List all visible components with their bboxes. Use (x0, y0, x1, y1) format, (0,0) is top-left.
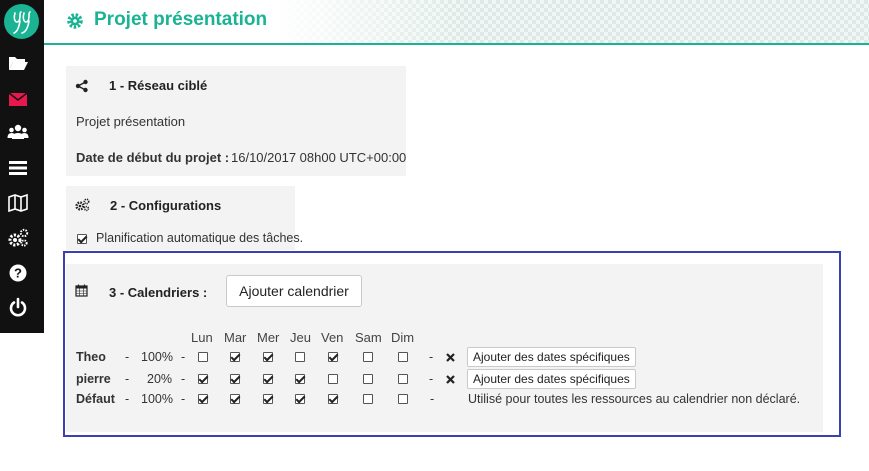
start-date-value: 16/10/2017 08h00 UTC+00:00 (231, 150, 407, 165)
svg-text:?: ? (14, 266, 22, 281)
users-icon[interactable] (7, 121, 29, 143)
day-checkbox-jeu[interactable] (295, 394, 305, 404)
section-configurations: 2 - Configurations Planification automat… (66, 186, 303, 250)
project-link[interactable]: Projet présentation (76, 114, 185, 129)
day-checkbox-dim[interactable] (398, 394, 408, 404)
separator: - (430, 392, 435, 406)
list-icon[interactable] (7, 157, 29, 179)
delete-icon[interactable] (446, 375, 455, 384)
envelope-icon[interactable] (7, 88, 29, 110)
calendar-name: pierre (76, 372, 111, 386)
separator: - (181, 392, 186, 406)
cogs-icon[interactable] (7, 227, 29, 249)
section2-title: 2 - Configurations (110, 198, 222, 213)
day-checkbox-dim[interactable] (398, 374, 408, 384)
calendar-name: Défaut (76, 392, 115, 406)
separator: - (181, 350, 186, 364)
calendar-percent: 100% (141, 350, 173, 364)
sidebar: ? (0, 0, 44, 333)
question-icon[interactable]: ? (7, 262, 29, 284)
gear-icon (67, 13, 83, 29)
day-checkbox-sam[interactable] (363, 352, 373, 362)
day-header: Jeu (290, 330, 311, 345)
day-header: Mar (224, 330, 247, 345)
delete-icon[interactable] (446, 353, 455, 362)
day-checkbox-ven[interactable] (328, 394, 338, 404)
app-logo[interactable] (4, 4, 39, 39)
section3-title: 3 - Calendriers : (109, 285, 208, 300)
separator: - (181, 372, 186, 386)
day-header: Lun (191, 330, 213, 345)
day-checkbox-lun[interactable] (198, 352, 208, 362)
day-header: Mer (257, 330, 280, 345)
page-title: Projet présentation (94, 9, 268, 30)
day-checkbox-dim[interactable] (398, 352, 408, 362)
day-checkbox-jeu[interactable] (295, 352, 305, 362)
day-checkbox-lun[interactable] (198, 394, 208, 404)
add-specific-dates-button[interactable]: Ajouter des dates spécifiques (467, 369, 636, 389)
calendar-name: Theo (76, 350, 106, 364)
separator: - (429, 372, 434, 386)
day-header: Dim (391, 330, 415, 345)
day-header: Ven (321, 330, 344, 345)
day-checkbox-mar[interactable] (230, 394, 240, 404)
day-checkbox-lun[interactable] (198, 374, 208, 384)
page-header: Projet présentation (44, 0, 869, 45)
section-calendriers: 3 - Calendriers : Ajouter calendrier Lun… (66, 264, 823, 432)
separator: - (125, 392, 130, 406)
start-date-label: Date de début du projet : (76, 150, 230, 165)
default-calendar-note: Utilisé pour toutes les ressources au ca… (468, 392, 801, 406)
calendar-percent: 100% (141, 392, 173, 406)
separator: - (125, 350, 130, 364)
section-reseau-cible: 1 - Réseau ciblé Projet présentation Dat… (66, 66, 406, 176)
cogs-icon (75, 198, 90, 212)
add-specific-dates-button[interactable]: Ajouter des dates spécifiques (467, 347, 636, 367)
calendar-percent: 20% (147, 372, 173, 386)
day-checkbox-mer[interactable] (263, 394, 273, 404)
share-icon (75, 79, 88, 93)
day-checkbox-sam[interactable] (363, 374, 373, 384)
map-icon[interactable] (7, 192, 29, 214)
day-checkbox-ven[interactable] (328, 352, 338, 362)
day-header: Sam (355, 330, 382, 345)
separator: - (429, 350, 434, 364)
add-calendar-button[interactable]: Ajouter calendrier (226, 275, 362, 307)
day-checkbox-ven[interactable] (328, 374, 338, 384)
day-checkbox-mer[interactable] (263, 352, 273, 362)
day-checkbox-mar[interactable] (230, 352, 240, 362)
day-checkbox-mar[interactable] (230, 374, 240, 384)
day-checkbox-sam[interactable] (363, 394, 373, 404)
separator: - (125, 372, 130, 386)
folder-open-icon[interactable] (7, 52, 29, 74)
auto-planning-label: Planification automatique des tâches. (96, 231, 304, 245)
calendar-icon (75, 284, 88, 297)
section1-title: 1 - Réseau ciblé (109, 78, 208, 93)
power-icon[interactable] (7, 296, 29, 318)
day-checkbox-jeu[interactable] (295, 374, 305, 384)
auto-planning-checkbox[interactable] (77, 234, 87, 244)
day-checkbox-mer[interactable] (263, 374, 273, 384)
